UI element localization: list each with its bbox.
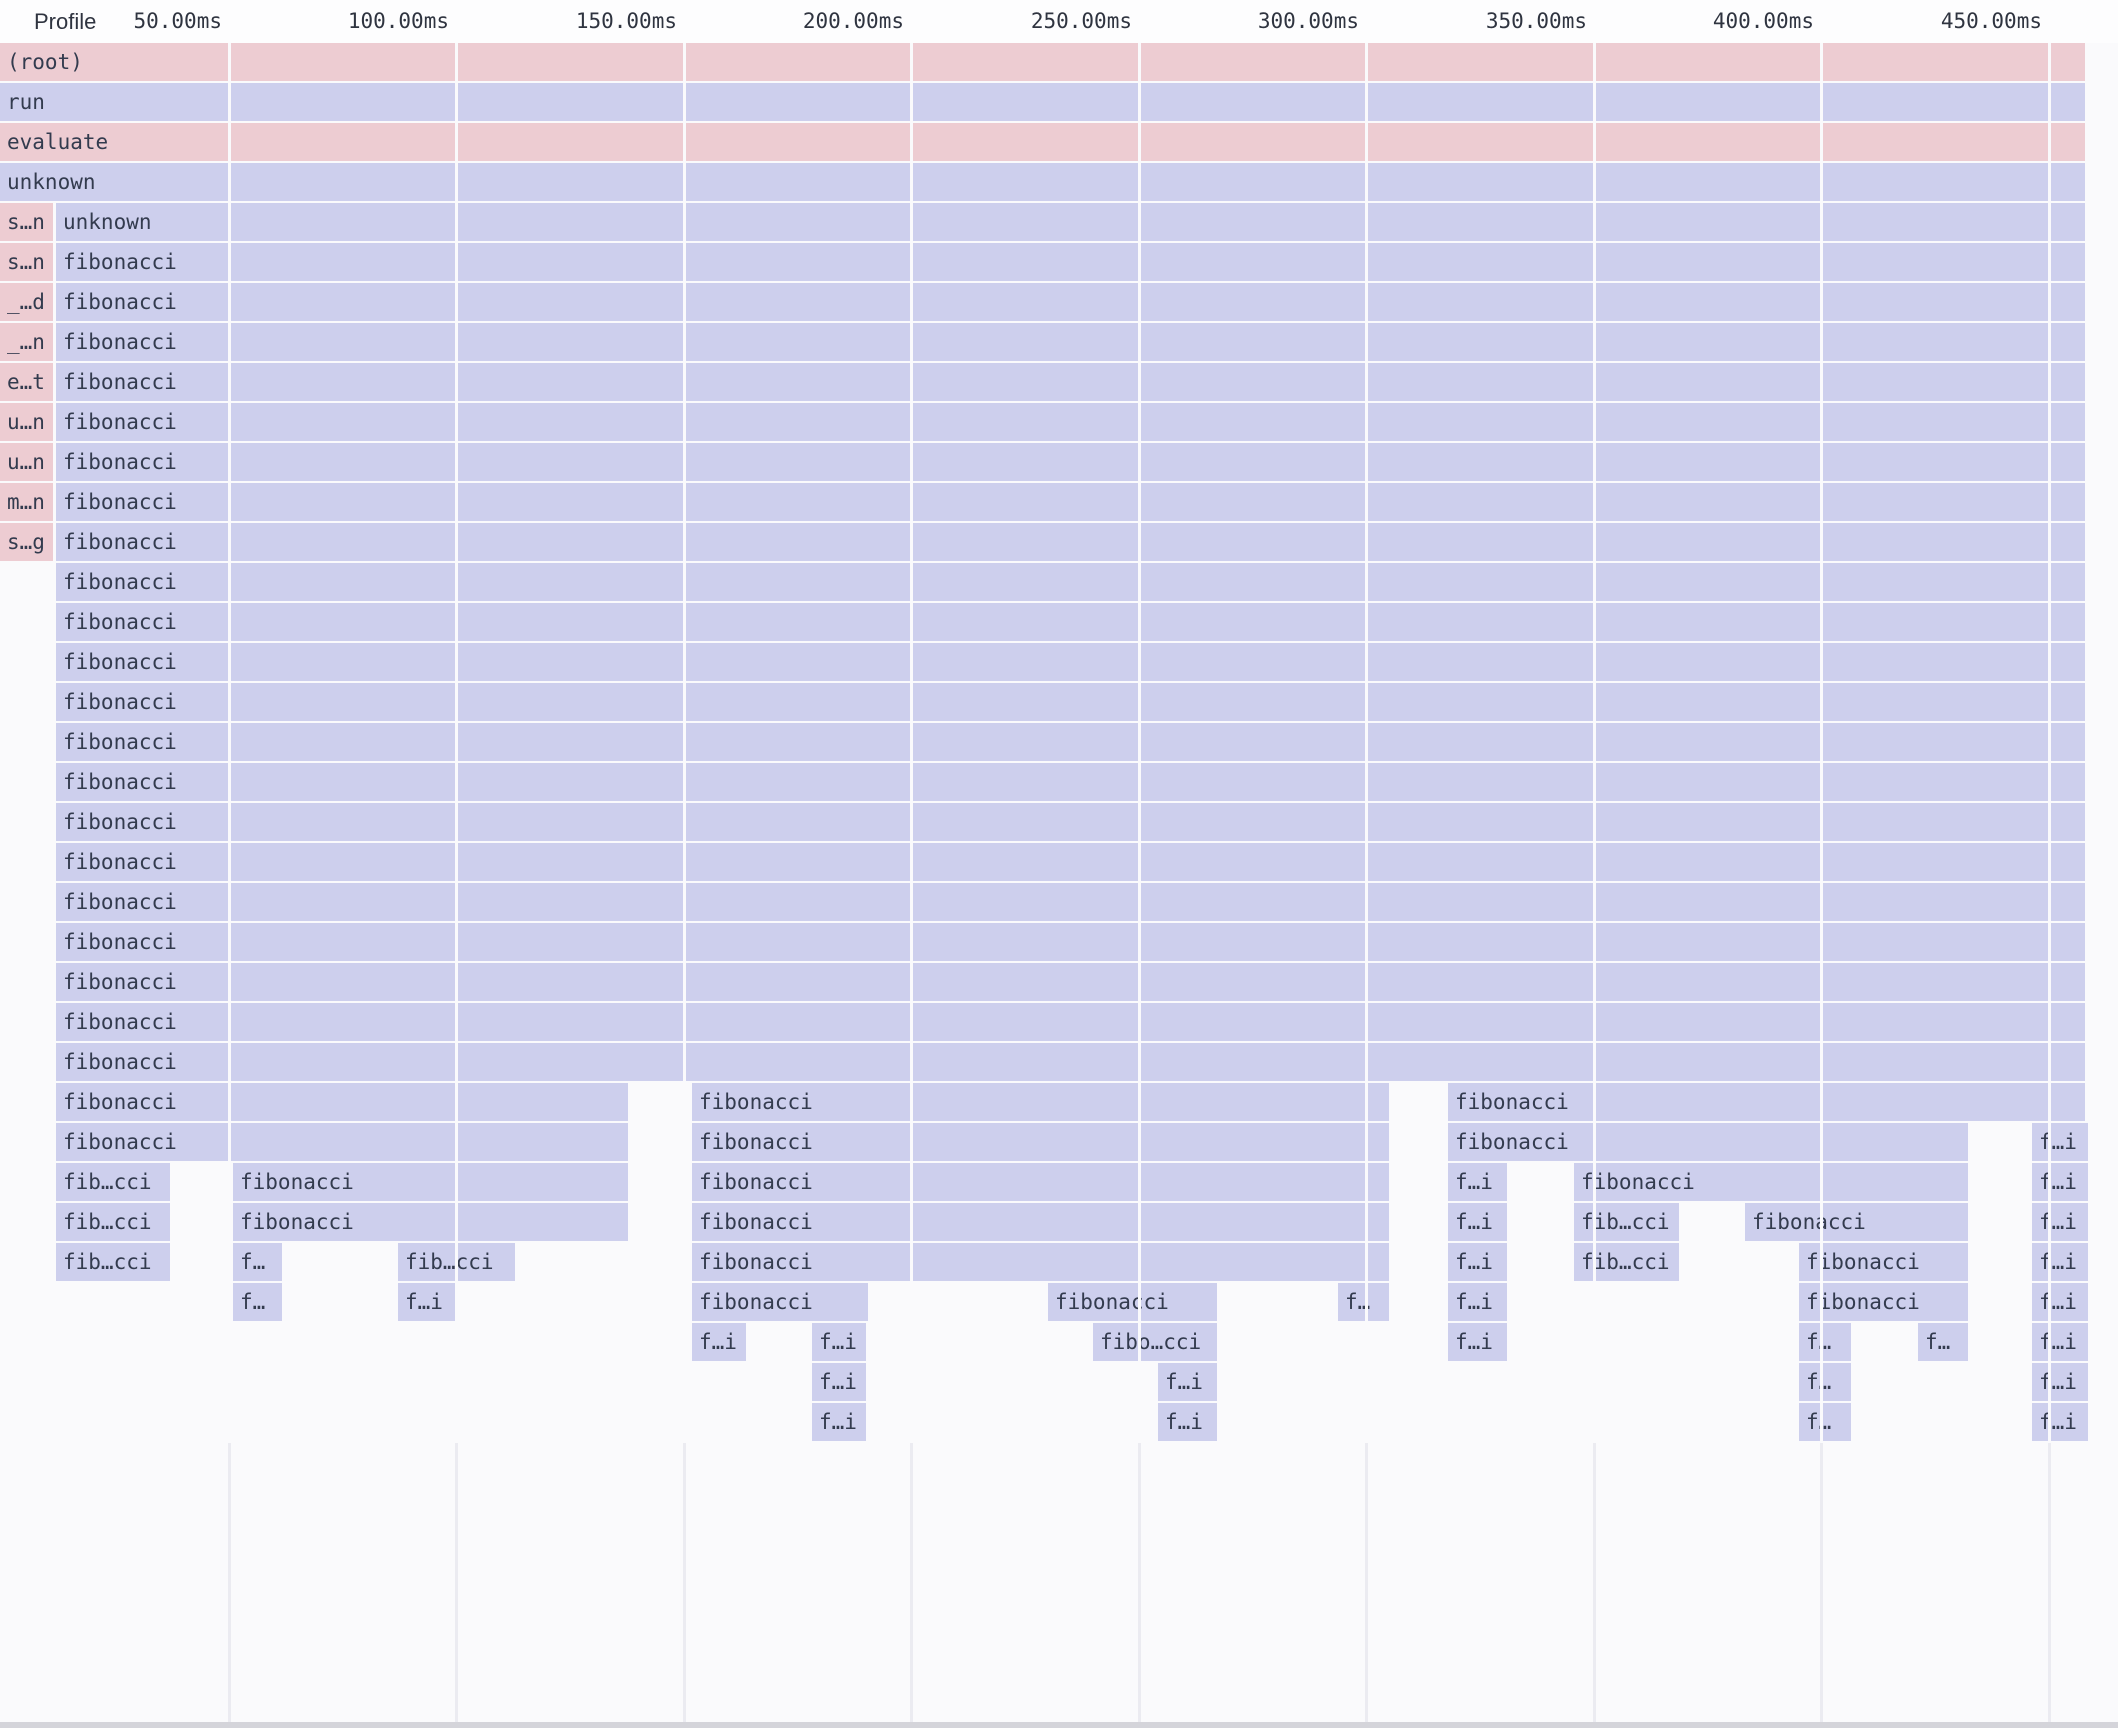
frame-bar[interactable]: fibonacci <box>233 1163 628 1201</box>
frame-bar[interactable]: u…n <box>0 443 53 481</box>
frame-bar[interactable]: fibonacci <box>692 1163 1389 1201</box>
frame-bar[interactable]: f…i <box>1158 1363 1217 1401</box>
axis-tick-label: 400.00ms <box>1713 0 1814 43</box>
frame-bar[interactable]: f…i <box>398 1283 455 1321</box>
frame-bar[interactable]: fibonacci <box>56 483 2085 521</box>
axis-tick-label: 150.00ms <box>576 0 677 43</box>
frame-bar[interactable]: fibonacci <box>56 1043 2085 1081</box>
frame-bar[interactable]: fibonacci <box>56 283 2085 321</box>
frame-bar[interactable]: fib…cci <box>56 1163 170 1201</box>
frame-bar[interactable]: f…i <box>1158 1403 1217 1441</box>
frame-bar[interactable]: fibonacci <box>56 403 2085 441</box>
frame-bar[interactable]: fibonacci <box>56 643 2085 681</box>
frame-bar[interactable]: fibonacci <box>56 963 2085 1001</box>
frame-bar[interactable]: f… <box>233 1243 282 1281</box>
frame-bar[interactable]: fibonacci <box>692 1243 1389 1281</box>
frame-bar[interactable]: fibonacci <box>56 363 2085 401</box>
frame-bar[interactable]: fibonacci <box>56 523 2085 561</box>
profile-title: Profile <box>34 0 96 43</box>
frame-bar[interactable]: fibonacci <box>1448 1123 1968 1161</box>
frame-bar[interactable]: _…n <box>0 323 53 361</box>
frame-bar[interactable]: f…i <box>2032 1403 2088 1441</box>
frame-bar[interactable]: fibonacci <box>1448 1083 2085 1121</box>
frame-bar[interactable]: fibonacci <box>56 243 2085 281</box>
frame-bar[interactable]: fibonacci <box>1799 1243 1968 1281</box>
frame-bar[interactable]: fibonacci <box>692 1203 1389 1241</box>
frame-bar[interactable]: f…i <box>1448 1243 1507 1281</box>
horizontal-scrollbar[interactable] <box>0 1722 2118 1728</box>
frame-bar[interactable]: s…n <box>0 203 53 241</box>
frame-bar[interactable]: fib…cci <box>1574 1203 1679 1241</box>
frame-bar[interactable]: fibonacci <box>56 443 2085 481</box>
frame-bar[interactable]: fibonacci <box>56 1083 628 1121</box>
frame-bar[interactable]: s…n <box>0 243 53 281</box>
frame-bar[interactable]: f… <box>1338 1283 1389 1321</box>
frame-bar[interactable]: fibonacci <box>56 763 2085 801</box>
frame-bar[interactable]: fibonacci <box>56 683 2085 721</box>
frame-bar[interactable]: f…i <box>1448 1323 1507 1361</box>
frame-bar[interactable]: fibonacci <box>1799 1283 1968 1321</box>
frame-bar[interactable]: f… <box>1918 1323 1968 1361</box>
frame-bar[interactable]: f… <box>1799 1403 1851 1441</box>
timeline-header: Profile 50.00ms 100.00ms 150.00ms 200.00ms 2… <box>0 0 2118 43</box>
frame-bar[interactable]: fibonacci <box>1745 1203 1968 1241</box>
frame-bar[interactable]: f… <box>1799 1323 1851 1361</box>
frame-bar[interactable]: fibonacci <box>692 1123 1389 1161</box>
frame-bar[interactable]: fibonacci <box>56 1123 628 1161</box>
axis-tick-label: 300.00ms <box>1258 0 1359 43</box>
frame-bar[interactable]: unknown <box>0 163 2085 201</box>
frame-bar[interactable]: (root) <box>0 43 2085 81</box>
frame-bar[interactable]: fibonacci <box>692 1283 868 1321</box>
axis-tick-label: 200.00ms <box>803 0 904 43</box>
frame-bar[interactable]: f…i <box>2032 1283 2088 1321</box>
axis-tick-label: 250.00ms <box>1031 0 1132 43</box>
frame-bar[interactable]: f… <box>1799 1363 1851 1401</box>
frame-bar[interactable]: f…i <box>692 1323 746 1361</box>
frame-bar[interactable]: f…i <box>812 1323 866 1361</box>
frame-bar[interactable]: fib…cci <box>56 1243 170 1281</box>
frame-bar[interactable]: _…d <box>0 283 53 321</box>
frame-bar[interactable]: m…n <box>0 483 53 521</box>
frame-bar[interactable]: f…i <box>812 1363 866 1401</box>
frame-bar[interactable]: f…i <box>2032 1243 2088 1281</box>
axis-tick-label: 50.00ms <box>133 0 222 43</box>
frame-bar[interactable]: fib…cci <box>398 1243 515 1281</box>
frame-bar[interactable]: f…i <box>1448 1163 1507 1201</box>
frame-bar[interactable]: fibonacci <box>56 843 2085 881</box>
frame-bar[interactable]: unknown <box>56 203 2085 241</box>
frame-bar[interactable]: f…i <box>1448 1203 1507 1241</box>
frame-bar[interactable]: f…i <box>1448 1283 1507 1321</box>
axis-tick-label: 450.00ms <box>1941 0 2042 43</box>
frame-bar[interactable]: f… <box>233 1283 282 1321</box>
flame-chart-view: (root)runevaluateunknowns…nunknowns…nfib… <box>0 0 2118 1728</box>
frame-bar[interactable]: f…i <box>2032 1323 2088 1361</box>
frame-bar[interactable]: fibonacci <box>56 563 2085 601</box>
frame-bar[interactable]: fibonacci <box>233 1203 628 1241</box>
axis-tick-label: 350.00ms <box>1486 0 1587 43</box>
frame-bar[interactable]: f…i <box>2032 1363 2088 1401</box>
frame-bar[interactable]: fibonacci <box>56 323 2085 361</box>
frame-bar[interactable]: fibonacci <box>692 1083 1389 1121</box>
axis-tick-label: 100.00ms <box>348 0 449 43</box>
frame-bar[interactable]: fibonacci <box>56 883 2085 921</box>
frame-bar[interactable]: fibonacci <box>1574 1163 1968 1201</box>
frame-bar[interactable]: fibonacci <box>56 723 2085 761</box>
frame-bar[interactable]: run <box>0 83 2085 121</box>
frame-bar[interactable]: fibonacci <box>56 803 2085 841</box>
frame-bar[interactable]: f…i <box>2032 1203 2088 1241</box>
frame-bar[interactable]: fibonacci <box>1048 1283 1217 1321</box>
frame-bar[interactable]: fibonacci <box>56 1003 2085 1041</box>
frame-bar[interactable]: f…i <box>2032 1163 2088 1201</box>
frame-bar[interactable]: s…g <box>0 523 53 561</box>
frame-bar[interactable]: f…i <box>812 1403 866 1441</box>
frame-bar[interactable]: u…n <box>0 403 53 441</box>
frame-bar[interactable]: evaluate <box>0 123 2085 161</box>
frame-bar[interactable]: fib…cci <box>56 1203 170 1241</box>
frame-bar[interactable]: fibonacci <box>56 923 2085 961</box>
frame-bar[interactable]: f…i <box>2032 1123 2088 1161</box>
frame-bar[interactable]: fibo…cci <box>1093 1323 1217 1361</box>
frame-bar[interactable]: fibonacci <box>56 603 2085 641</box>
frame-bar[interactable]: e…t <box>0 363 53 401</box>
frame-bar[interactable]: fib…cci <box>1574 1243 1679 1281</box>
